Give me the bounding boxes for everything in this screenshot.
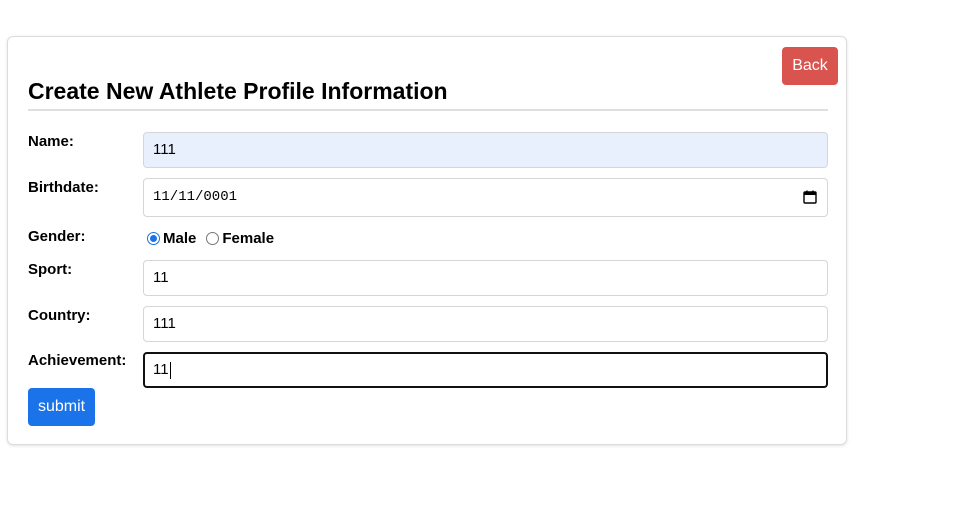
country-label: Country: — [28, 307, 91, 324]
sport-input[interactable]: 11 — [143, 260, 828, 296]
gender-radio-group: Male Female — [147, 228, 284, 248]
country-input[interactable]: 111 — [143, 306, 828, 342]
name-label: Name: — [28, 133, 74, 150]
sport-label: Sport: — [28, 261, 73, 278]
athlete-form-card: Back Create New Athlete Profile Informat… — [7, 36, 847, 445]
text-caret — [169, 361, 171, 379]
country-input-value: 111 — [153, 315, 176, 332]
sport-input-value: 11 — [153, 269, 169, 286]
gender-female-radio[interactable] — [206, 231, 220, 245]
gender-male-radio[interactable] — [147, 231, 160, 245]
achievement-label: Achievement: — [28, 352, 127, 369]
gender-female-label[interactable]: Female — [222, 230, 274, 247]
calendar-icon[interactable] — [803, 190, 817, 204]
gender-male-label[interactable]: Male — [163, 230, 196, 247]
gender-label: Gender: — [28, 228, 86, 245]
page-title: Create New Athlete Profile Information — [28, 78, 448, 104]
achievement-input-value: 11 — [153, 361, 169, 378]
achievement-input[interactable]: 11 — [143, 352, 828, 388]
name-input[interactable]: 111 — [143, 132, 828, 168]
birthdate-input-value: 11/11/0001 — [153, 189, 238, 205]
back-button[interactable]: Back — [782, 47, 838, 85]
title-divider — [28, 109, 828, 111]
birthdate-input[interactable]: 11/11/0001 — [143, 178, 828, 217]
submit-button[interactable]: submit — [28, 388, 95, 426]
birthdate-label: Birthdate: — [28, 179, 99, 196]
name-input-value: 111 — [153, 141, 176, 158]
